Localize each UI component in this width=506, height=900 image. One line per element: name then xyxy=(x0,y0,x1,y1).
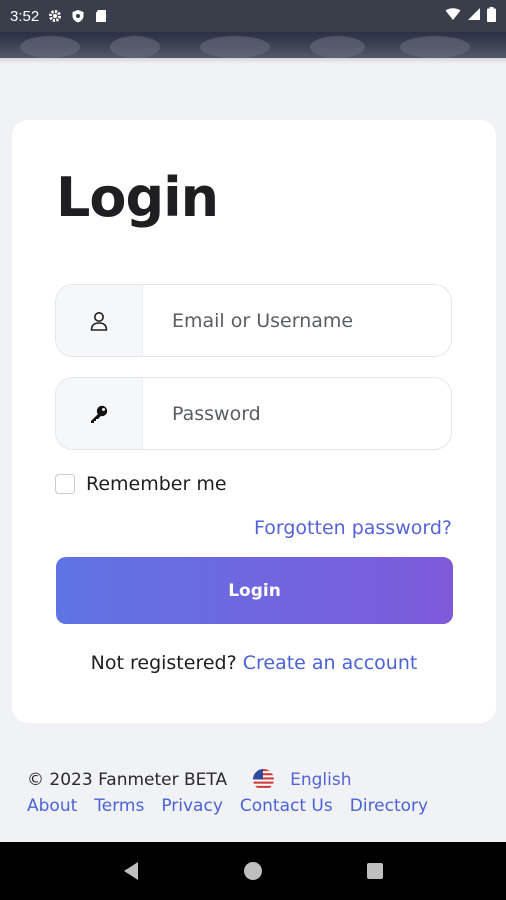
signal-icon xyxy=(467,7,481,25)
header-banner-image xyxy=(0,32,506,58)
footer-link-privacy[interactable]: Privacy xyxy=(161,796,223,816)
remember-me[interactable]: Remember me xyxy=(55,473,227,495)
key-icon xyxy=(56,378,143,449)
recents-icon[interactable] xyxy=(355,851,395,891)
battery-icon xyxy=(487,6,496,26)
login-card: Login Remember me Forgotten password? Lo… xyxy=(12,120,496,723)
email-input[interactable] xyxy=(143,285,451,356)
us-flag-icon[interactable] xyxy=(253,769,275,790)
footer-link-contact-us[interactable]: Contact Us xyxy=(240,796,333,816)
language-selector[interactable]: English xyxy=(290,770,351,790)
footer-link-directory[interactable]: Directory xyxy=(350,796,428,816)
copyright-text: © 2023 Fanmeter BETA xyxy=(27,769,228,790)
footer-link-terms[interactable]: Terms xyxy=(94,796,144,816)
footer-links: About Terms Privacy Contact Us Directory xyxy=(27,796,428,816)
footer-top-row: © 2023 Fanmeter BETA English xyxy=(27,769,352,790)
status-time: 3:52 xyxy=(10,7,40,25)
sd-card-icon xyxy=(94,9,108,23)
register-prompt: Not registered? Create an account xyxy=(12,652,496,674)
home-icon[interactable] xyxy=(233,851,273,891)
login-button[interactable]: Login xyxy=(56,557,453,624)
user-icon xyxy=(56,285,143,356)
status-left: 3:52 xyxy=(10,8,108,25)
not-registered-text: Not registered? xyxy=(90,652,237,674)
shield-icon xyxy=(71,9,85,23)
create-account-link[interactable]: Create an account xyxy=(243,652,418,674)
remember-me-checkbox[interactable] xyxy=(55,474,75,494)
back-icon[interactable] xyxy=(111,851,151,891)
page-title: Login xyxy=(56,166,219,229)
status-right xyxy=(445,6,496,26)
wifi-icon xyxy=(445,7,461,25)
footer-link-about[interactable]: About xyxy=(27,796,77,816)
header-shadow xyxy=(0,58,506,64)
forgot-password-link[interactable]: Forgotten password? xyxy=(254,517,452,539)
password-field[interactable] xyxy=(55,377,452,450)
password-input[interactable] xyxy=(143,378,451,449)
navigation-bar xyxy=(0,842,506,900)
remember-me-label[interactable]: Remember me xyxy=(86,473,227,495)
status-bar: 3:52 xyxy=(0,0,506,32)
email-field[interactable] xyxy=(55,284,452,357)
gear-icon xyxy=(48,9,62,23)
